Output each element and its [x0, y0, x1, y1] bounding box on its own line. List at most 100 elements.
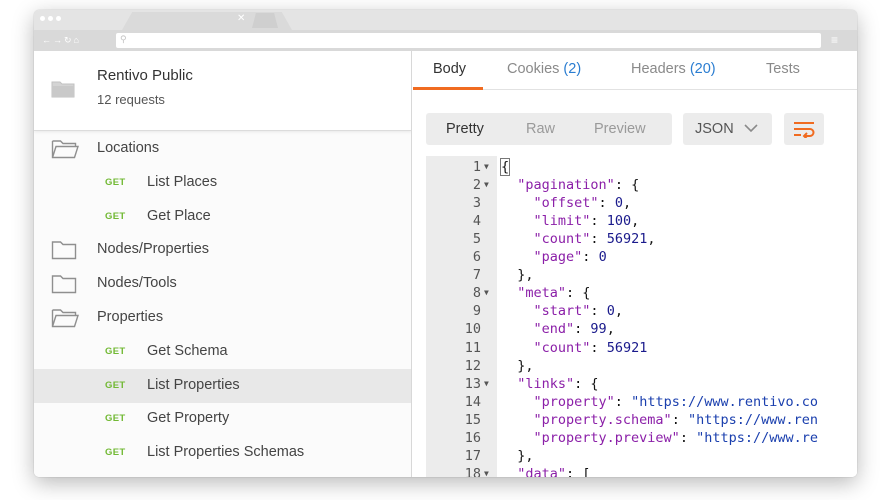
fold-arrow-icon[interactable]: ▼: [484, 158, 489, 176]
tab-headers-count: (20): [689, 61, 716, 77]
tab-cookies-label: Cookies: [507, 61, 560, 77]
sidebar-folder[interactable]: Properties: [34, 301, 411, 335]
code-text: "property": "https://www.rentivo.co: [533, 393, 818, 410]
line-number: 4: [472, 213, 481, 230]
response-tabs: Body Cookies (2) Headers (20) Tests: [413, 51, 857, 90]
code-text: "count": 56921: [533, 339, 648, 356]
code-text: "limit": 100,: [533, 213, 640, 230]
collection-folder-icon: [51, 81, 75, 98]
code-line: 8 ▼ "meta": {: [426, 284, 857, 302]
code-line: 16 "property.preview": "https://www.re: [426, 429, 857, 447]
fold-arrow-icon[interactable]: ▼: [484, 176, 489, 194]
collection-request-count: 12 requests: [97, 92, 165, 107]
view-mode-toggle: Pretty Raw Preview: [426, 113, 672, 145]
code-text: "pagination": {: [517, 177, 640, 194]
folder-icon: [51, 240, 77, 265]
code-text: "end": 99,: [533, 321, 615, 338]
tab-headers-label: Headers: [631, 61, 686, 77]
line-number: 13: [464, 375, 481, 392]
tab-cookies[interactable]: Cookies (2): [507, 61, 581, 77]
tab-body[interactable]: Body: [433, 61, 466, 77]
request-label: Get Place: [147, 207, 211, 224]
line-number: 12: [464, 357, 481, 374]
pretty-button[interactable]: Pretty: [446, 121, 484, 137]
line-number: 9: [472, 303, 481, 320]
response-panel: Body Cookies (2) Headers (20) Tests Pret…: [413, 51, 857, 477]
line-number: 14: [464, 393, 481, 410]
url-field[interactable]: ⚲: [116, 33, 821, 48]
fold-arrow-icon[interactable]: ▼: [484, 375, 489, 393]
sidebar-request[interactable]: GET List Properties: [34, 368, 411, 403]
collection-name: Rentivo Public: [97, 67, 193, 84]
close-window-dot[interactable]: [40, 16, 45, 21]
code-line: 2 ▼ "pagination": {: [426, 176, 857, 194]
sidebar-request[interactable]: GET List Places: [34, 166, 411, 200]
code-text: "links": {: [517, 375, 599, 392]
request-label: List Properties: [147, 376, 240, 393]
preview-button[interactable]: Preview: [594, 121, 646, 137]
sidebar-folder[interactable]: Nodes/Tools: [34, 267, 411, 301]
sidebar-folder[interactable]: Nodes/Properties: [34, 233, 411, 267]
line-number: 3: [472, 195, 481, 212]
folder-icon: [51, 274, 77, 299]
line-number: 7: [472, 267, 481, 284]
code-line: 3 "offset": 0,: [426, 194, 857, 212]
code-text: "page": 0: [533, 249, 607, 266]
line-number: 2: [472, 177, 481, 194]
line-number: 15: [464, 411, 481, 428]
tab-tests-label: Tests: [766, 61, 800, 77]
code-text: "property.schema": "https://www.ren: [533, 411, 818, 428]
code-line: 12 },: [426, 357, 857, 375]
request-label: List Properties Schemas: [147, 444, 305, 461]
tab-close-icon[interactable]: ✕: [237, 13, 245, 25]
tab-cookies-count: (2): [563, 61, 582, 77]
code-line: 10 "end": 99,: [426, 320, 857, 338]
minimize-window-dot[interactable]: [48, 16, 53, 21]
folder-label: Nodes/Properties: [97, 241, 210, 258]
format-select-value: JSON: [695, 121, 734, 137]
code-line: 1 ▼ {: [426, 158, 857, 176]
sidebar-request[interactable]: GETGet Properties Schemas: [34, 470, 411, 477]
sidebar-request[interactable]: GET List Properties Schemas: [34, 436, 411, 470]
code-text: "data": [: [517, 465, 591, 477]
wrap-lines-button[interactable]: [784, 113, 824, 145]
line-number: 5: [472, 231, 481, 248]
tab-headers[interactable]: Headers (20): [631, 61, 716, 77]
folder-open-icon: [51, 139, 79, 164]
method-badge: GET: [105, 176, 126, 188]
response-body-editor[interactable]: 1 ▼{2 ▼ "pagination": {3 "offset": 0, 4 "li…: [426, 156, 857, 477]
code-text: {: [499, 158, 511, 176]
folder-label: Locations: [97, 140, 160, 156]
tab-body-label: Body: [433, 61, 467, 77]
method-badge: GET: [105, 447, 126, 459]
method-badge: GET: [105, 345, 126, 357]
format-select[interactable]: JSON: [683, 113, 772, 145]
code-text: },: [501, 267, 534, 284]
sidebar-request[interactable]: GET Get Place: [34, 200, 411, 234]
code-text: },: [501, 447, 534, 464]
line-number: 18: [464, 465, 481, 477]
maximize-window-dot[interactable]: [56, 16, 61, 21]
sidebar-request[interactable]: GET Get Schema: [34, 335, 411, 369]
sidebar-request[interactable]: GET Get Property: [34, 402, 411, 436]
nav-icons[interactable]: ←→↻⌂: [42, 34, 81, 47]
collection-header[interactable]: Rentivo Public 12 requests: [34, 51, 411, 131]
tab-tests[interactable]: Tests: [766, 61, 800, 77]
code-line: 5 "count": 56921,: [426, 230, 857, 248]
line-number: 10: [464, 321, 481, 338]
code-line: 18 ▼ "data": [: [426, 465, 857, 477]
code-line: 9 "start": 0,: [426, 302, 857, 320]
raw-button[interactable]: Raw: [526, 121, 555, 137]
code-text: "offset": 0,: [533, 195, 632, 212]
line-number: 17: [464, 447, 481, 464]
active-tab-indicator: [413, 87, 483, 90]
fold-arrow-icon[interactable]: ▼: [484, 284, 489, 302]
code-line: 15 "property.schema": "https://www.ren: [426, 411, 857, 429]
new-tab-button[interactable]: [252, 13, 278, 28]
code-line: 11 "count": 56921: [426, 339, 857, 357]
fold-arrow-icon[interactable]: ▼: [484, 465, 489, 477]
sidebar-folder[interactable]: Locations: [34, 132, 411, 166]
request-label: List Places: [147, 173, 218, 190]
hamburger-menu-icon[interactable]: ≡: [831, 34, 838, 47]
sidebar: Rentivo Public 12 requests Locations GET L…: [34, 51, 412, 477]
